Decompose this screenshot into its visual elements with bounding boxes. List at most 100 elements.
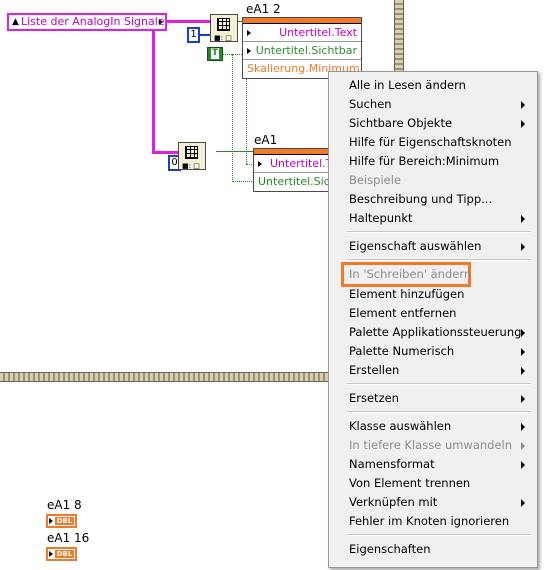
menu-item-palette-applikationssteuerung[interactable]: Palette Applikationssteuerung — [329, 323, 535, 342]
submenu-arrow-icon — [521, 243, 525, 251]
menu-item-palette-numerisch[interactable]: Palette Numerisch — [329, 342, 535, 361]
menu-item-element-hinzufuegen[interactable]: Element hinzufügen — [329, 285, 535, 304]
array-grid-output-icon: ■: □ — [214, 34, 232, 42]
output-arrow-icon — [159, 19, 163, 25]
menu-separator — [347, 259, 531, 261]
bool-wire-horizontal[interactable] — [232, 181, 254, 182]
menu-item-suchen[interactable]: Suchen — [329, 95, 535, 114]
menu-item-label: Eigenschaft auswählen — [349, 239, 482, 253]
menu-item-ersetzen[interactable]: Ersetzen — [329, 389, 535, 408]
property-row-untertitel-text[interactable]: Untertitel.Text — [243, 24, 361, 42]
menu-item-eigenschaft-auswaehlen[interactable]: Eigenschaft auswählen — [329, 237, 535, 256]
property-node-1-title: eA1 2 — [246, 2, 281, 16]
submenu-arrow-icon — [521, 423, 525, 431]
dbl-indicator-input-icon — [49, 551, 53, 557]
array-grid-icon — [185, 146, 198, 159]
menu-item-label: Klasse auswählen — [349, 419, 452, 433]
home-icon: ▲ — [12, 17, 19, 27]
index-array-node-2[interactable]: ■: □ — [178, 142, 206, 170]
menu-item-in-schreiben-aendern[interactable]: In 'Schreiben' ändern — [329, 265, 535, 284]
dbl-indicator-2[interactable]: DBL — [46, 547, 77, 561]
submenu-arrow-icon — [521, 367, 525, 375]
array-grid-icon — [217, 18, 230, 31]
menu-item-in-tiefere-klasse: In tiefere Klasse umwandeln — [329, 436, 535, 455]
menu-item-label: Verknüpfen mit — [349, 495, 438, 509]
menu-item-label: Namensformat — [349, 457, 435, 471]
menu-item-label: Eigenschaften — [349, 542, 431, 556]
menu-item-klasse-auswaehlen[interactable]: Klasse auswählen — [329, 417, 535, 436]
property-row-label: Untertitel.T — [270, 157, 333, 170]
menu-item-label: Ersetzen — [349, 391, 399, 405]
property-row-untertitel-sichtbar[interactable]: Untertitel.Sic — [254, 173, 330, 191]
property-row-label: Untertitel.Sichtbar — [255, 44, 357, 57]
write-arrow-icon — [247, 48, 251, 54]
cluster-control-terminal[interactable]: ▲ Liste der AnalogIn Signale — [7, 13, 167, 31]
menu-item-hilfe-eigenschaftsknoten[interactable]: Hilfe für Eigenschaftsknoten — [329, 133, 535, 152]
menu-item-label: Alle in Lesen ändern — [349, 78, 466, 92]
menu-item-verknuepfen-mit[interactable]: Verknüpfen mit — [329, 493, 535, 512]
submenu-arrow-icon — [521, 442, 525, 450]
menu-item-label: In 'Schreiben' ändern — [349, 267, 472, 281]
menu-item-sichtbare-objekte[interactable]: Sichtbare Objekte — [329, 114, 535, 133]
submenu-arrow-icon — [521, 395, 525, 403]
submenu-arrow-icon — [521, 461, 525, 469]
menu-item-von-element-trennen[interactable]: Von Element trennen — [329, 474, 535, 493]
bool-constant[interactable]: T — [207, 47, 223, 61]
menu-item-element-entfernen[interactable]: Element entfernen — [329, 304, 535, 323]
menu-item-eigenschaften[interactable]: Eigenschaften — [329, 540, 535, 559]
property-row-untertitel-text[interactable]: Untertitel.T — [254, 155, 332, 173]
menu-item-label: Von Element trennen — [349, 476, 471, 490]
menu-separator — [347, 383, 531, 385]
submenu-arrow-icon — [521, 329, 525, 337]
bool-wire-vertical[interactable] — [232, 54, 233, 182]
menu-item-beispiele: Beispiele — [329, 171, 535, 190]
menu-item-hilfe-bereich-minimum[interactable]: Hilfe für Bereich:Minimum — [329, 152, 535, 171]
submenu-arrow-icon — [521, 348, 525, 356]
cluster-wire-vertical[interactable] — [152, 21, 155, 154]
reference-wire-2[interactable] — [216, 151, 254, 152]
menu-item-label: In tiefere Klasse umwandeln — [349, 438, 513, 452]
menu-item-erstellen[interactable]: Erstellen — [329, 361, 535, 380]
property-node-1[interactable]: Untertitel.Text Untertitel.Sichtbar Skal… — [242, 17, 362, 79]
indicator-1-label: eA1 8 — [47, 498, 82, 512]
menu-item-alle-in-lesen[interactable]: Alle in Lesen ändern — [329, 76, 535, 95]
menu-item-label: Suchen — [349, 97, 392, 111]
property-row-untertitel-sichtbar[interactable]: Untertitel.Sichtbar — [243, 42, 361, 60]
bool-constant-value: T — [211, 48, 219, 59]
property-node-2[interactable]: Untertitel.T Untertitel.Sic — [253, 148, 332, 192]
menu-item-label: Beschreibung und Tipp... — [349, 192, 493, 206]
dbl-indicator-input-icon — [49, 518, 53, 524]
submenu-arrow-icon — [521, 499, 525, 507]
menu-item-label: Beispiele — [349, 173, 401, 187]
menu-item-label: Sichtbare Objekte — [349, 116, 453, 130]
menu-item-namensformat[interactable]: Namensformat — [329, 455, 535, 474]
property-row-label: Untertitel.Sic — [258, 175, 330, 188]
menu-item-fehler-ignorieren[interactable]: Fehler im Knoten ignorieren — [329, 512, 535, 531]
cluster-wire-horizontal-top[interactable] — [166, 20, 212, 23]
menu-item-label: Element hinzufügen — [349, 287, 465, 301]
submenu-arrow-icon — [521, 215, 525, 223]
menu-separator — [347, 231, 531, 233]
menu-separator — [347, 534, 531, 536]
submenu-arrow-icon — [521, 101, 525, 109]
cluster-wire-horizontal-bottom[interactable] — [152, 151, 178, 154]
menu-item-label: Element entfernen — [349, 306, 457, 320]
menu-item-label: Hilfe für Eigenschaftsknoten — [349, 135, 512, 149]
context-menu: Alle in Lesen ändern Suchen Sichtbare Ob… — [328, 71, 538, 568]
menu-item-beschreibung-tipp[interactable]: Beschreibung und Tipp... — [329, 190, 535, 209]
index-constant-1[interactable]: 1 — [187, 27, 200, 43]
dbl-indicator-1[interactable]: DBL — [46, 514, 77, 528]
dbl-type-badge: DBL — [55, 517, 74, 525]
menu-item-label: Hilfe für Bereich:Minimum — [349, 154, 500, 168]
menu-item-label: Erstellen — [349, 363, 400, 377]
index-array-node-1[interactable]: ■: □ — [210, 14, 238, 42]
menu-item-haltepunkt[interactable]: Haltepunkt — [329, 209, 535, 228]
property-row-label: Untertitel.Text — [279, 26, 357, 39]
menu-item-label: Haltepunkt — [349, 211, 413, 225]
indicator-2-label: eA1 16 — [47, 531, 90, 545]
dbl-type-badge: DBL — [55, 550, 74, 558]
array-grid-output-icon: ■: □ — [182, 162, 200, 170]
write-arrow-icon — [247, 30, 251, 36]
menu-item-label: Fehler im Knoten ignorieren — [349, 514, 510, 528]
menu-separator — [347, 411, 531, 413]
